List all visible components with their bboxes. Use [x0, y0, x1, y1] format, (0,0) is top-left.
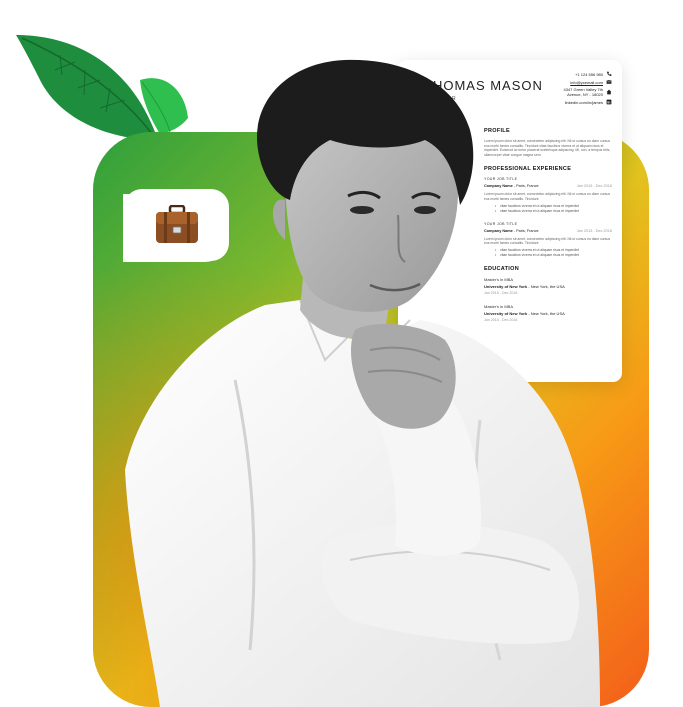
person-photo: [125, 59, 600, 707]
hero-illustration: THOMAS MASON DIRECTOR +1 124 556 980 inf…: [0, 0, 683, 707]
